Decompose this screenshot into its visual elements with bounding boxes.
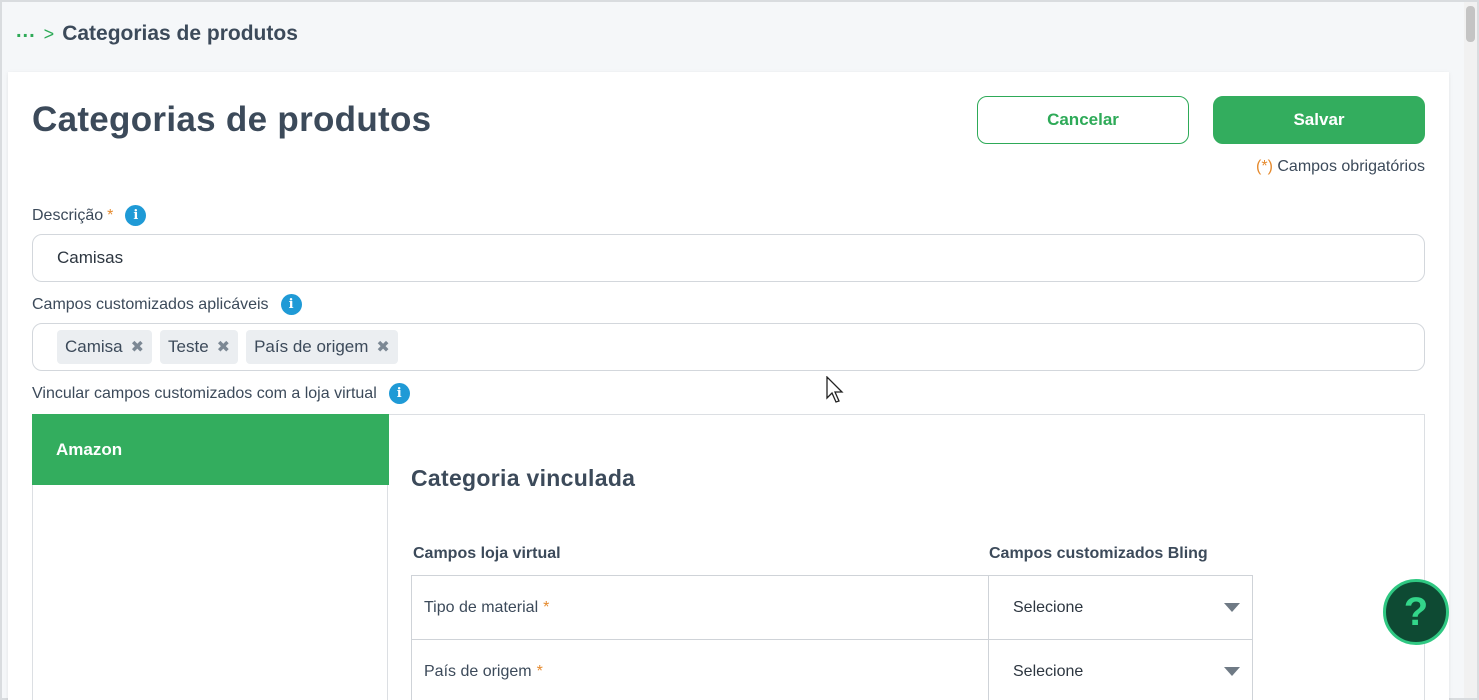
breadcrumb: ... > Categorias de produtos — [16, 20, 298, 48]
bling-field-select[interactable]: Selecione — [989, 576, 1252, 639]
save-button[interactable]: Salvar — [1213, 96, 1425, 144]
breadcrumb-current: Categorias de produtos — [62, 22, 298, 45]
column-header-bling-fields: Campos customizados Bling — [989, 545, 1208, 562]
store-field-label: Tipo de material — [424, 598, 539, 616]
close-icon[interactable]: ✖ — [131, 337, 144, 357]
caret-down-icon — [1224, 667, 1240, 676]
close-icon[interactable]: ✖ — [376, 337, 389, 357]
linked-category-title: Categoria vinculada — [411, 465, 636, 491]
store-field-cell: País de origem * — [412, 640, 989, 700]
required-mark: * — [536, 662, 543, 680]
required-fields-note: (*) Campos obrigatórios — [1256, 158, 1425, 176]
close-icon[interactable]: ✖ — [217, 337, 230, 357]
tag-label: Teste — [168, 337, 209, 356]
description-value: Camisas — [57, 248, 124, 267]
tag-chip: País de origem ✖ — [246, 330, 398, 364]
select-value: Selecione — [1013, 598, 1084, 616]
cancel-button[interactable]: Cancelar — [977, 96, 1189, 144]
custom-fields-multiselect[interactable]: Camisa ✖ Teste ✖ País de origem ✖ — [32, 323, 1425, 371]
bling-field-select[interactable]: Selecione — [989, 640, 1252, 700]
table-row: Tipo de material * Selecione — [412, 576, 1252, 640]
field-mapping-table: Tipo de material * Selecione País de ori… — [411, 575, 1253, 700]
breadcrumb-ellipsis[interactable]: ... — [16, 21, 36, 41]
column-header-store-fields: Campos loja virtual — [413, 545, 561, 562]
description-label-text: Descrição — [32, 206, 104, 224]
help-button[interactable]: ? — [1383, 579, 1449, 645]
tag-chip: Camisa ✖ — [57, 330, 153, 364]
store-list: Amazon — [32, 414, 389, 700]
description-input[interactable]: Camisas — [32, 234, 1425, 282]
select-value: Selecione — [1013, 662, 1084, 680]
page-title: Categorias de produtos — [32, 100, 432, 139]
required-mark: * — [543, 598, 550, 616]
form-card: Categorias de produtos Cancelar Salvar (… — [8, 72, 1449, 700]
tag-chip: Teste ✖ — [160, 330, 239, 364]
info-icon[interactable]: i — [125, 205, 147, 226]
scrollbar-thumb[interactable] — [1466, 6, 1475, 42]
caret-down-icon — [1224, 603, 1240, 612]
page-scrollbar[interactable] — [1464, 2, 1477, 698]
chevron-right-icon: > — [43, 24, 55, 44]
required-mark: * — [107, 206, 114, 224]
store-item-amazon[interactable]: Amazon — [32, 414, 389, 485]
link-section-label-text: Vincular campos customizados com a loja … — [32, 384, 377, 402]
mouse-cursor-icon — [826, 376, 844, 403]
store-field-cell: Tipo de material * — [412, 576, 989, 639]
store-field-label: País de origem — [424, 662, 532, 680]
info-icon[interactable]: i — [388, 383, 410, 404]
store-link-panel: Amazon Categoria vinculada Campos loja v… — [32, 414, 1425, 700]
info-icon[interactable]: i — [280, 294, 302, 315]
custom-fields-label: Campos customizados aplicáveis i — [32, 294, 302, 315]
description-label: Descrição * i — [32, 205, 147, 226]
tag-label: País de origem — [254, 337, 369, 356]
link-section-label: Vincular campos customizados com a loja … — [32, 383, 410, 404]
tag-label: Camisa — [65, 337, 123, 356]
required-note-text: Campos obrigatórios — [1272, 158, 1425, 175]
table-row: País de origem * Selecione — [412, 640, 1252, 700]
custom-fields-label-text: Campos customizados aplicáveis — [32, 295, 269, 313]
required-star: (*) — [1256, 158, 1273, 175]
